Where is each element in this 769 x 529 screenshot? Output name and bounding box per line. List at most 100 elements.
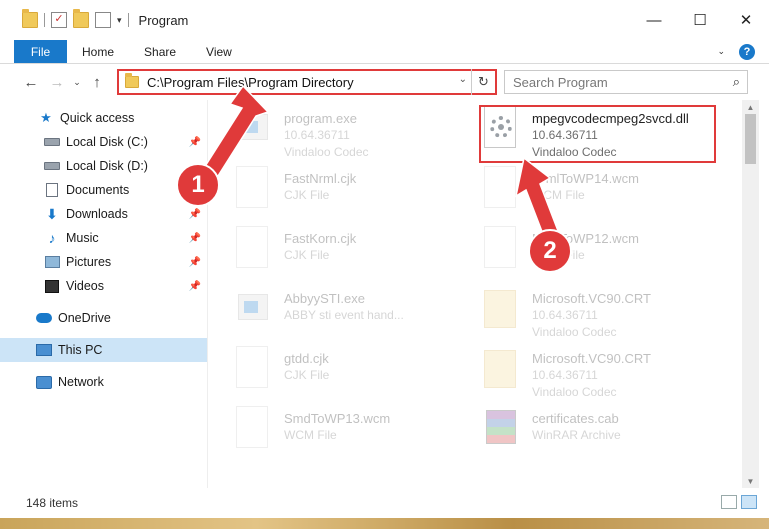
file-version: 10.64.36711 — [284, 128, 350, 142]
pin-icon[interactable]: 📌 — [189, 281, 201, 292]
file-item[interactable]: SmdToWP13.wcm WCM File — [232, 404, 472, 458]
vertical-scrollbar[interactable]: ▲ ▼ — [742, 100, 759, 488]
scrollbar-thumb[interactable] — [745, 114, 756, 164]
up-arrow-icon[interactable]: ↑ — [84, 74, 110, 91]
vc-folder-icon — [480, 286, 522, 332]
sidebar-item-label: OneDrive — [58, 311, 111, 325]
exe-icon — [232, 286, 274, 332]
quick-access-toolbar: ✓ ▾ — [0, 9, 129, 28]
sidebar-item-onedrive[interactable]: OneDrive — [0, 306, 207, 330]
maximize-button[interactable]: ☐ — [677, 0, 723, 40]
folder-icon — [125, 73, 139, 88]
file-item[interactable]: Microsoft.VC90.CRT 10.64.36711 Vindaloo Co… — [480, 344, 720, 399]
tab-view[interactable]: View — [191, 40, 247, 63]
file-item[interactable]: NrmlToWP14.wcm WCM File — [480, 164, 720, 218]
sidebar-item-quick-access[interactable]: ★ Quick access — [0, 106, 207, 130]
file-name: certificates.cab — [532, 411, 619, 426]
chevron-down-icon[interactable]: ▾ — [117, 15, 122, 26]
navigation-bar: ← → ⌄ ↑ C:\Program Files\Program Directo… — [0, 64, 769, 100]
file-type: CJK File — [284, 188, 330, 202]
expand-ribbon-icon[interactable]: ⌄ — [717, 46, 725, 57]
vc-folder-icon — [480, 346, 522, 392]
blank-file-icon — [232, 346, 274, 392]
forward-arrow-icon[interactable]: → — [44, 74, 70, 91]
file-name: gtdd.cjk — [284, 351, 329, 366]
highlight-box-dll — [479, 105, 716, 163]
ribbon-tabs: File Home Share View ⌄ ? — [0, 40, 769, 64]
sidebar-item-downloads[interactable]: ⬇ Downloads 📌 — [0, 202, 207, 226]
file-item[interactable]: Microsoft.VC90.CRT 10.64.36711 Vindaloo Co… — [480, 284, 720, 339]
network-icon — [36, 375, 52, 389]
file-company: Vindaloo Codec — [532, 325, 617, 339]
file-item[interactable]: gtdd.cjk CJK File — [232, 344, 472, 398]
sidebar-item-label: Pictures — [66, 255, 112, 269]
search-placeholder: Search Program — [513, 74, 608, 90]
pin-icon[interactable]: 📌 — [189, 137, 201, 148]
pin-icon[interactable]: 📌 — [189, 209, 201, 220]
sidebar-item-label: Downloads — [66, 207, 128, 221]
sidebar-item-pictures[interactable]: Pictures 📌 — [0, 250, 207, 274]
sidebar-item-network[interactable]: Network — [0, 370, 207, 394]
properties-check-icon[interactable]: ✓ — [51, 12, 67, 28]
search-icon[interactable]: ⌕ — [733, 74, 740, 90]
file-version: 10.64.36711 — [532, 368, 598, 382]
file-type: WCM File — [284, 428, 337, 442]
file-name: Microsoft.VC90.CRT — [532, 351, 651, 366]
address-path: C:\Program Files\Program Directory — [147, 74, 354, 90]
file-type: CJK File — [284, 248, 330, 262]
tab-file[interactable]: File — [14, 40, 67, 63]
file-item[interactable]: FastNrml.cjk CJK File — [232, 164, 472, 218]
refresh-icon[interactable]: ↻ — [471, 69, 495, 95]
cloud-icon — [36, 311, 52, 325]
window-title: Program — [138, 12, 189, 28]
file-item[interactable]: NrmlToWP12.wcmWCM File — [480, 224, 720, 278]
star-icon: ★ — [40, 110, 52, 125]
sidebar-item-local-disk-c[interactable]: Local Disk (C:) 📌 — [0, 130, 207, 154]
pin-icon[interactable]: 📌 — [189, 233, 201, 244]
scroll-down-icon[interactable]: ▼ — [742, 474, 759, 488]
file-item[interactable]: certificates.cab WinRAR Archive — [480, 404, 720, 458]
file-type: CJK File — [284, 368, 330, 382]
file-item[interactable]: program.exe 10.64.36711 Vindaloo Codec — [232, 104, 472, 159]
search-input[interactable]: Search Program ⌕ — [504, 70, 748, 94]
sidebar-item-label: Music — [66, 231, 99, 245]
file-item[interactable]: AbbyySTI.exe ABBY sti event hand... — [232, 284, 472, 338]
tab-share[interactable]: Share — [129, 40, 191, 63]
scroll-up-icon[interactable]: ▲ — [742, 100, 759, 114]
toolbar-separator — [127, 13, 129, 27]
desktop-background — [0, 518, 769, 529]
pin-icon[interactable]: 📌 — [189, 257, 201, 268]
back-arrow-icon[interactable]: ← — [18, 74, 44, 91]
details-view-icon[interactable] — [721, 495, 737, 509]
large-icons-view-icon[interactable] — [741, 495, 757, 509]
music-icon: ♪ — [48, 230, 56, 246]
minimize-button[interactable]: — — [631, 0, 677, 40]
window-controls: — ☐ ✕ — [631, 0, 769, 40]
file-company: Vindaloo Codec — [284, 145, 369, 159]
sidebar-item-local-disk-d[interactable]: Local Disk (D:) — [0, 154, 207, 178]
file-item[interactable]: FastKorn.cjk CJK File — [232, 224, 472, 278]
pictures-icon — [44, 255, 60, 269]
file-type: ABBY sti event hand... — [284, 308, 404, 322]
tab-home[interactable]: Home — [67, 40, 129, 63]
sidebar-item-music[interactable]: ♪ Music 📌 — [0, 226, 207, 250]
help-icon[interactable]: ? — [739, 43, 755, 60]
new-folder-icon[interactable] — [73, 9, 89, 28]
blank-file-icon — [480, 226, 522, 272]
address-bar[interactable]: C:\Program Files\Program Directory ⌄ ↻ — [117, 69, 497, 95]
close-button[interactable]: ✕ — [723, 0, 769, 40]
rar-icon — [480, 406, 522, 452]
navigation-pane: ★ Quick access Local Disk (C:) 📌 Local D… — [0, 100, 207, 488]
step-badge-1: 1 — [176, 163, 220, 207]
file-name: SmdToWP13.wcm — [284, 411, 391, 426]
recent-locations-icon[interactable]: ⌄ — [70, 77, 84, 88]
customize-icon[interactable] — [95, 12, 111, 28]
sidebar-item-this-pc[interactable]: This PC — [0, 338, 207, 362]
sidebar-item-videos[interactable]: Videos 📌 — [0, 274, 207, 298]
chevron-down-icon[interactable]: ⌄ — [459, 74, 467, 85]
file-version: 10.64.36711 — [532, 308, 598, 322]
item-count: 148 items — [26, 496, 79, 510]
file-type: WCM File — [532, 188, 585, 202]
blank-file-icon — [232, 226, 274, 272]
sidebar-item-label: Network — [58, 375, 104, 389]
